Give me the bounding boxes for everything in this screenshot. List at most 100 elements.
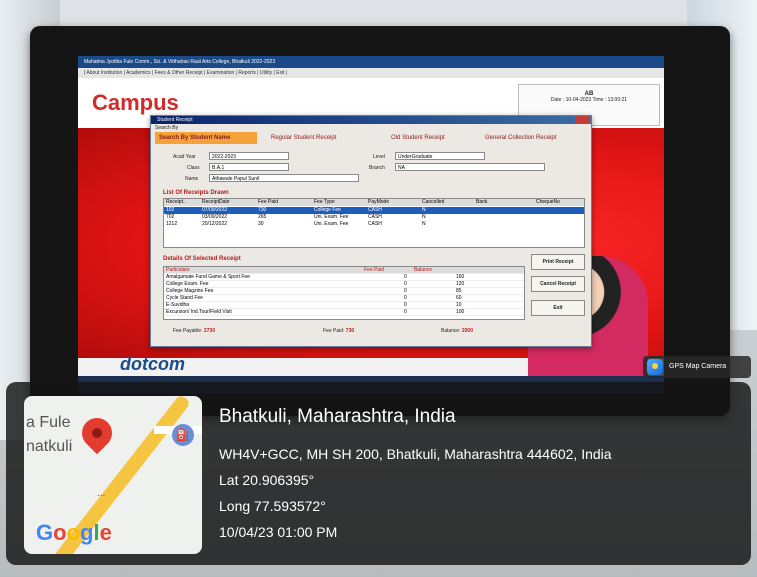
cell-balance: 85 — [456, 288, 462, 294]
name-select[interactable]: Athawale Papul Sunil — [209, 174, 359, 182]
fee-paid: Fee Paid: 730 — [323, 328, 354, 334]
col-cheque: ChequeNo — [536, 199, 560, 205]
cell-paid: 0 — [404, 295, 407, 301]
cell-paid: 0 — [404, 281, 407, 287]
class-select[interactable]: B.A.1 — [209, 163, 289, 171]
table-row[interactable]: 1212 20/12/2022 30 Uni. Exam. Fee CASH N — [164, 221, 584, 228]
map-dots: ... — [97, 488, 106, 499]
gps-badge: GPS Map Camera — [643, 356, 751, 378]
location-pin-icon — [75, 411, 119, 455]
level-select[interactable]: UnderGraduate — [395, 152, 485, 160]
cell-particular: Cycle Stand Fee — [166, 295, 203, 301]
cell-paid: 0 — [404, 309, 407, 315]
gps-badge-label: GPS Map Camera — [669, 363, 727, 370]
cell-mode: CASH — [368, 214, 382, 220]
receipts-table[interactable]: Receipt.. ReceiptDate Fee Paid Fee Type … — [163, 198, 585, 248]
receipts-title: List Of Receipts Drawn — [163, 190, 229, 196]
fee-payable-label: Fee Payable: — [173, 328, 203, 334]
col-receipt: Receipt.. — [166, 199, 186, 205]
student-receipt-dialog: Student Receipt Search By Search By Stud… — [150, 115, 592, 347]
cell-receipt: 1212 — [166, 221, 178, 227]
map-label: natkuli — [26, 438, 73, 455]
class-label: Class — [187, 165, 200, 171]
list-item[interactable]: College Magzine Fee 0 85 — [164, 288, 524, 295]
radio-regular-receipt[interactable]: Regular Student Receipt — [271, 132, 336, 144]
cell-fee: 730 — [258, 207, 267, 213]
fee-paid-label: Fee Paid: — [323, 328, 345, 334]
cell-cancelled: N — [422, 214, 426, 220]
col-balance: Balance — [414, 267, 433, 273]
list-item[interactable]: Amalgamate Fund Game & Sport Fee 0 160 — [164, 274, 524, 281]
exit-button[interactable]: Exit — [531, 300, 585, 316]
date-time: Date : 10-04-2023 Time : 13:00:21 — [550, 97, 628, 103]
cell-particular: Amalgamate Fund Game & Sport Fee — [166, 274, 250, 280]
cell-date: 03/09/2022 — [202, 214, 228, 220]
mini-map: a Fule natkuli ⛽ ... Google — [24, 396, 202, 554]
fee-paid-value: 730 — [345, 328, 355, 334]
radio-old-receipt[interactable]: Old Student Receipt — [391, 132, 445, 144]
app-menu-bar[interactable]: | About Institution | Academics | Fees &… — [78, 68, 664, 78]
col-paymode: PayMode — [368, 199, 390, 205]
cell-type: Uni. Exam. Fee — [314, 214, 349, 220]
place-name: Bhatkuli, Maharashtra, India — [219, 406, 456, 427]
footer-brand: dotcom — [120, 354, 185, 374]
cell-mode: CASH — [368, 221, 382, 227]
cell-cancelled: N — [422, 221, 426, 227]
col-particulars: Particulars — [166, 267, 190, 273]
timestamp: 10/04/23 01:00 PM — [219, 524, 338, 540]
fee-payable: Fee Payable: 2730 — [173, 328, 215, 334]
dialog-title: Student Receipt — [151, 116, 591, 124]
list-item[interactable]: Cycle Stand Fee 0 60 — [164, 295, 524, 302]
cell-balance: 60 — [456, 295, 462, 301]
cell-cancelled: N — [422, 207, 426, 213]
google-logo: Google — [36, 520, 112, 545]
list-item[interactable]: E-Suvidha 0 10 — [164, 302, 524, 309]
cell-fee: 265 — [258, 214, 267, 220]
cell-particular: College Exam. Fee — [166, 281, 209, 287]
camera-icon — [647, 359, 663, 375]
details-title: Details Of Selected Receipt — [163, 256, 241, 262]
cell-particular: Excursion/ Ind.Tour/Field Visit — [166, 309, 232, 315]
col-bank: Bank — [476, 199, 488, 205]
balance-label: Balance: — [441, 328, 461, 334]
cell-receipt: 102 — [166, 207, 175, 213]
table-row[interactable]: 702 03/09/2022 265 Uni. Exam. Fee CASH N — [164, 214, 584, 221]
latitude: Lat 20.906395° — [219, 472, 315, 488]
col-detail-fee-paid: Fee Paid — [364, 267, 385, 273]
cell-balance: 10 — [456, 302, 462, 308]
longitude: Long 77.593572° — [219, 498, 326, 514]
close-icon[interactable] — [575, 116, 589, 124]
map-label: a Fule — [26, 414, 71, 431]
photo-background: Mahatma Jyotiba Fule Comm., Sci. & Vitth… — [0, 0, 757, 577]
search-by-label: Search By — [155, 125, 179, 131]
cell-paid: 0 — [404, 274, 407, 280]
name-label: Name — [185, 176, 199, 182]
list-item[interactable]: College Exam. Fee 0 120 — [164, 281, 524, 288]
cell-date: 20/12/2022 — [202, 221, 228, 227]
col-cancelled: Cancelled — [422, 199, 445, 205]
cell-mode: CASH — [368, 207, 382, 213]
cell-type: College Fee — [314, 207, 341, 213]
cell-particular: E-Suvidha — [166, 302, 190, 308]
address: WH4V+GCC, MH SH 200, Bhatkuli, Maharasht… — [219, 446, 612, 462]
cell-paid: 0 — [404, 302, 407, 308]
fee-payable-value: 2730 — [203, 328, 215, 334]
acad-year-label: Acad Year — [173, 154, 196, 160]
balance-value: 2000 — [461, 328, 473, 334]
acad-year-select[interactable]: 2022-2023 — [209, 152, 289, 160]
table-row[interactable]: 102 07/09/2022 730 College Fee CASH N — [164, 207, 584, 214]
print-receipt-button[interactable]: Print Receipt — [531, 254, 585, 270]
details-table[interactable]: Particulars Fee Paid Balance Amalgamate … — [163, 266, 525, 320]
col-fee-paid: Fee Paid — [258, 199, 279, 205]
radio-general-collection[interactable]: General Collection Receipt — [485, 132, 556, 144]
app-title-bar: Mahatma Jyotiba Fule Comm., Sci. & Vitth… — [78, 56, 664, 68]
search-tabs: Search By Student Name Regular Student R… — [155, 132, 585, 144]
cell-receipt: 702 — [166, 214, 175, 220]
cancel-receipt-button[interactable]: Cancel Receipt — [531, 276, 585, 292]
cell-type: Uni. Exam. Fee — [314, 221, 349, 227]
receipts-header: Receipt.. ReceiptDate Fee Paid Fee Type … — [164, 199, 584, 206]
tab-search-by-student-name[interactable]: Search By Student Name — [155, 132, 257, 144]
cell-balance: 120 — [456, 281, 465, 287]
list-item[interactable]: Excursion/ Ind.Tour/Field Visit 0 100 — [164, 309, 524, 316]
branch-select[interactable]: NA — [395, 163, 545, 171]
